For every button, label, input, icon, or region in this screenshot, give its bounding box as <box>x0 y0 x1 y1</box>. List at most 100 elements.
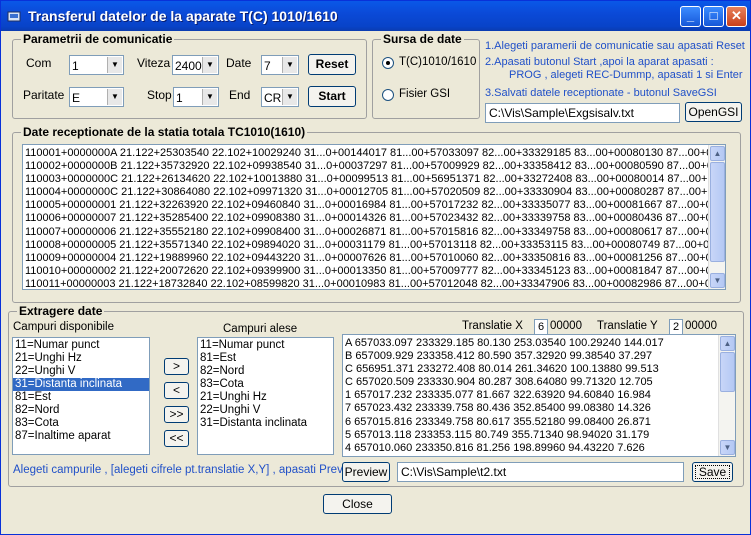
stop-select[interactable]: 1 ▼ <box>173 87 219 107</box>
gsi-path-field[interactable]: C:\Vis\Sample\Exgsisalv.txt <box>485 103 680 123</box>
received-line[interactable]: 110007+00000006 21.122+35552180 22.102+0… <box>23 226 708 239</box>
viteza-label: Viteza <box>137 56 171 70</box>
received-line[interactable]: 110004+0000000C 21.122+30864080 22.102+0… <box>23 186 708 199</box>
end-select[interactable]: CR ▼ <box>261 87 299 107</box>
viteza-select[interactable]: 2400 ▼ <box>172 55 219 75</box>
output-line[interactable]: C 657020.509 233330.904 80.287 308.64080… <box>343 376 718 389</box>
com-label: Com <box>26 56 52 70</box>
output-line[interactable]: A 657033.097 233329.185 80.130 253.03540… <box>343 337 718 350</box>
paritate-select[interactable]: E ▼ <box>69 87 124 107</box>
date-label: Date <box>226 56 252 70</box>
received-line[interactable]: 110006+00000007 21.122+35285400 22.102+0… <box>23 212 708 225</box>
scroll-up-icon[interactable]: ▲ <box>710 146 725 161</box>
move-all-left-button[interactable]: << <box>164 430 189 447</box>
stop-value: 1 <box>176 91 183 105</box>
instruction-step-1: 1.Alegeti paramerii de comunicatie sau a… <box>485 40 745 52</box>
chosen-field-item[interactable]: 11=Numar punct <box>198 339 333 352</box>
maximize-button[interactable]: □ <box>703 6 724 27</box>
chosen-field-item[interactable]: 31=Distanta inclinata <box>198 417 333 430</box>
scroll-up-icon[interactable]: ▲ <box>720 336 735 351</box>
close-window-button[interactable]: ✕ <box>726 6 747 27</box>
chosen-field-item[interactable]: 22=Unghi V <box>198 404 333 417</box>
available-fields-label: Campuri disponibile <box>13 321 114 333</box>
received-line[interactable]: 110008+00000005 21.122+35571340 22.102+0… <box>23 239 708 252</box>
chosen-field-item[interactable]: 83=Cota <box>198 378 333 391</box>
scroll-down-icon[interactable]: ▼ <box>720 440 735 455</box>
chosen-fields-label: Campuri alese <box>223 323 298 335</box>
available-field-item[interactable]: 81=Est <box>13 391 149 404</box>
available-fields-list[interactable]: 11=Numar punct 21=Unghi Hz 22=Unghi V 31=Di… <box>12 337 150 455</box>
minimize-button[interactable]: _ <box>680 6 701 27</box>
radio-gsi-file[interactable] <box>382 89 394 101</box>
output-line[interactable]: 7 657023.432 233339.758 80.436 352.85400… <box>343 402 718 415</box>
output-line[interactable]: 4 657010.060 233350.816 81.256 198.89960… <box>343 442 718 455</box>
scroll-down-icon[interactable]: ▼ <box>710 273 725 288</box>
instruction-step-2b: PROG , alegeti REC-Dummp, apasati 1 si E… <box>509 69 743 81</box>
chosen-field-item[interactable]: 81=Est <box>198 352 333 365</box>
radio-device-label[interactable]: T(C)1010/1610 <box>399 56 476 68</box>
received-line[interactable]: 110003+0000000C 21.122+26134620 22.102+1… <box>23 173 708 186</box>
radio-device[interactable] <box>382 57 394 69</box>
available-field-item[interactable]: 83=Cota <box>13 417 149 430</box>
available-field-item[interactable]: 21=Unghi Hz <box>13 352 149 365</box>
date-value: 7 <box>264 59 271 73</box>
chevron-down-icon[interactable]: ▼ <box>282 89 297 105</box>
output-line[interactable]: B 657009.929 233358.412 80.590 357.32920… <box>343 350 718 363</box>
radio-gsi-file-label[interactable]: Fisier GSI <box>399 88 450 100</box>
available-field-item[interactable]: 11=Numar punct <box>13 339 149 352</box>
chosen-field-item[interactable]: 21=Unghi Hz <box>198 391 333 404</box>
output-line[interactable]: 1 657017.232 233335.077 81.667 322.63920… <box>343 389 718 402</box>
move-all-right-button[interactable]: >> <box>164 406 189 423</box>
scroll-thumb[interactable] <box>720 352 735 392</box>
chevron-down-icon[interactable]: ▼ <box>107 89 122 105</box>
output-vscroll[interactable]: ▲ ▼ <box>718 335 735 456</box>
data-source-group: Sursa de date <box>372 32 480 119</box>
reset-button[interactable]: Reset <box>308 54 356 75</box>
received-line[interactable]: 110001+0000000A 21.122+25303540 22.102+1… <box>23 147 708 160</box>
output-line[interactable]: 5 657013.118 233353.115 80.749 355.71340… <box>343 429 718 442</box>
received-data-textarea[interactable]: 110001+0000000A 21.122+25303540 22.102+1… <box>22 144 726 290</box>
move-left-button[interactable]: < <box>164 382 189 399</box>
chosen-rows: 11=Numar punct 81=Est 82=Nord 83=Cota 21=Ung… <box>198 339 333 430</box>
save-button[interactable]: Save <box>692 462 733 482</box>
received-line[interactable]: 110010+00000002 21.122+20072620 22.102+0… <box>23 265 708 278</box>
available-field-item[interactable]: 82=Nord <box>13 404 149 417</box>
chevron-down-icon[interactable]: ▼ <box>107 57 122 73</box>
output-line[interactable]: C 656951.371 233272.408 80.014 261.34620… <box>343 363 718 376</box>
data-source-title: Sursa de date <box>381 32 464 46</box>
translatie-y-value: 00000 <box>685 320 717 332</box>
preview-button[interactable]: Preview <box>342 462 390 482</box>
open-gsi-button[interactable]: OpenGSI <box>685 102 742 122</box>
extract-title: Extragere date <box>17 304 105 318</box>
title-bar[interactable]: Transferul datelor de la aparate T(C) 10… <box>1 1 750 31</box>
available-field-item[interactable]: 87=Inaltime aparat <box>13 430 149 443</box>
close-button[interactable]: Close <box>323 494 392 514</box>
received-line[interactable]: 110009+00000004 21.122+19889960 22.102+0… <box>23 252 708 265</box>
chosen-field-item[interactable]: 82=Nord <box>198 365 333 378</box>
chosen-fields-list[interactable]: 11=Numar punct 81=Est 82=Nord 83=Cota 21=Ung… <box>197 337 334 455</box>
received-line[interactable]: 110002+0000000B 21.122+35732920 22.102+0… <box>23 160 708 173</box>
received-vscroll[interactable]: ▲ ▼ <box>708 145 725 289</box>
date-select[interactable]: 7 ▼ <box>261 55 299 75</box>
available-field-item[interactable]: 22=Unghi V <box>13 365 149 378</box>
com-value: 1 <box>72 59 79 73</box>
com-select[interactable]: 1 ▼ <box>69 55 124 75</box>
window-title: Transferul datelor de la aparate T(C) 10… <box>28 8 338 24</box>
paritate-value: E <box>72 91 81 105</box>
received-line[interactable]: 110011+00000003 21.122+18732840 22.102+0… <box>23 278 708 289</box>
move-right-button[interactable]: > <box>164 358 189 375</box>
chevron-down-icon[interactable]: ▼ <box>202 89 217 105</box>
end-label: End <box>229 88 251 102</box>
start-button[interactable]: Start <box>308 86 356 107</box>
output-path-field[interactable]: C:\Vis\Sample\t2.txt <box>397 462 684 482</box>
received-line[interactable]: 110005+00000001 21.122+32263920 22.102+0… <box>23 199 708 212</box>
scroll-thumb[interactable] <box>710 162 725 262</box>
radio-selected-dot <box>386 61 390 65</box>
chevron-down-icon[interactable]: ▼ <box>202 57 217 73</box>
chevron-down-icon[interactable]: ▼ <box>282 57 297 73</box>
output-preview-textarea[interactable]: A 657033.097 233329.185 80.130 253.03540… <box>342 334 736 457</box>
comm-params-title: Parametrii de comunicatie <box>21 32 175 46</box>
received-data-title: Date receptionate de la statia totala TC… <box>21 125 308 139</box>
output-line[interactable]: 6 657015.816 233349.758 80.617 355.52180… <box>343 416 718 429</box>
available-field-item[interactable]: 31=Distanta inclinata <box>13 378 149 391</box>
